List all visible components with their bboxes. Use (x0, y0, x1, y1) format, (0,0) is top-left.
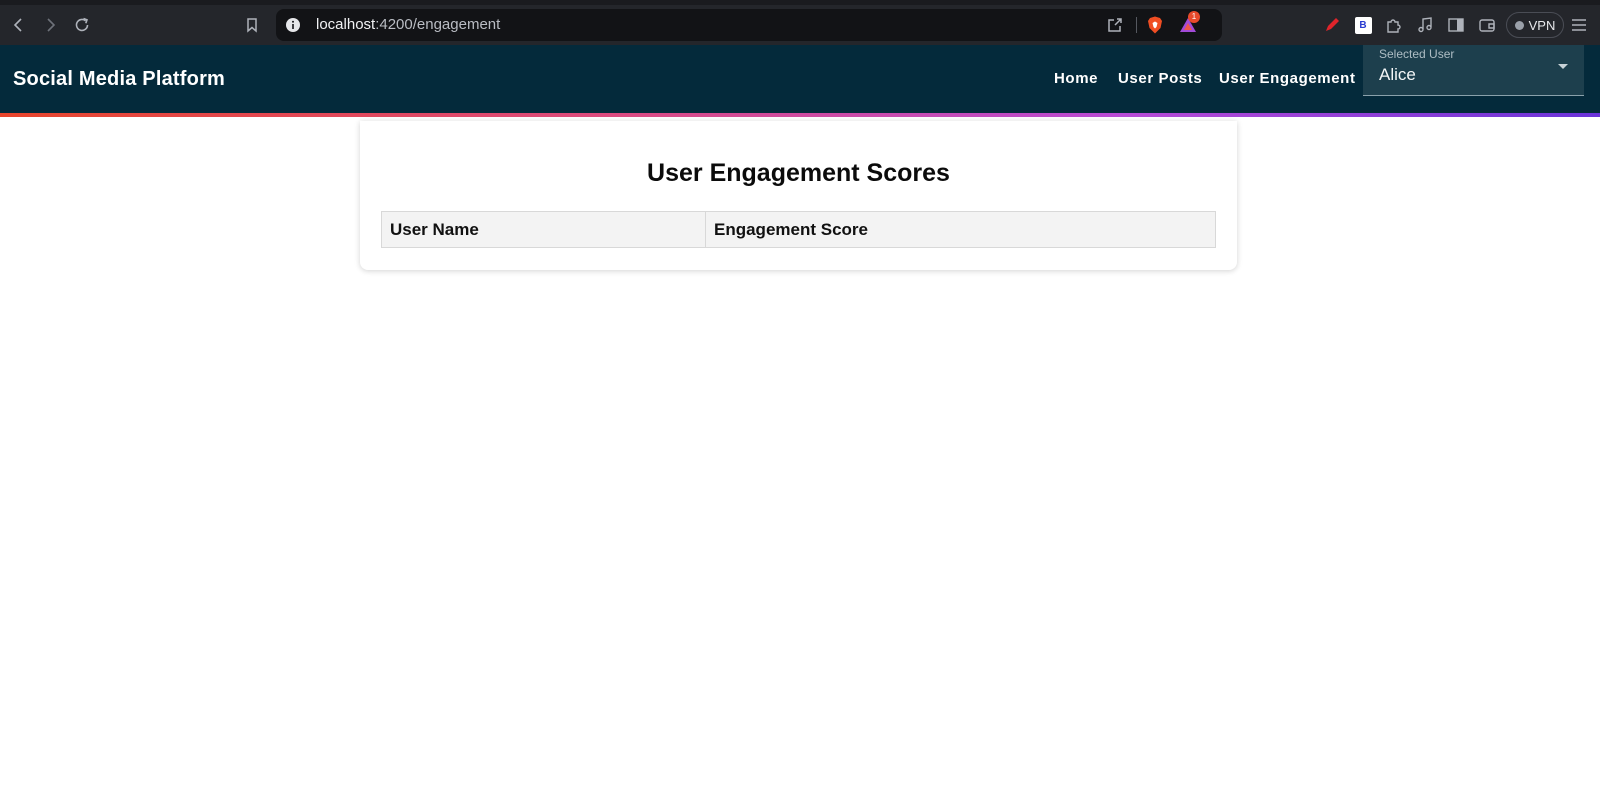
vpn-status-icon (1514, 20, 1524, 30)
column-header-engagement-score: Engagement Score (705, 211, 1216, 248)
extension-b-button[interactable]: B (1351, 13, 1375, 37)
extension-pen-button[interactable] (1320, 13, 1344, 37)
forward-button[interactable] (38, 13, 62, 37)
brave-shields-icon[interactable] (1145, 15, 1165, 35)
chevron-right-icon (47, 18, 56, 32)
back-button[interactable] (7, 13, 31, 37)
url-text[interactable]: localhost:4200/engagement (316, 9, 500, 41)
nav-home[interactable]: Home (1054, 45, 1098, 113)
bookmark-button[interactable] (240, 13, 264, 37)
engagement-table: User Name Engagement Score (381, 211, 1216, 248)
table-header-row: User Name Engagement Score (381, 211, 1216, 248)
app-header: Social Media Platform Home User Posts Us… (0, 45, 1600, 113)
pen-icon (1326, 18, 1339, 31)
notification-badge: 1 (1188, 11, 1200, 23)
extensions-button[interactable] (1382, 13, 1406, 37)
nav-user-engagement[interactable]: User Engagement (1219, 45, 1356, 113)
vpn-button[interactable]: VPN (1506, 12, 1564, 38)
omnibox-divider (1136, 17, 1137, 33)
b-extension-icon: B (1354, 16, 1372, 34)
page-title: User Engagement Scores (647, 159, 950, 187)
media-button[interactable] (1413, 13, 1437, 37)
wallet-button[interactable] (1475, 13, 1499, 37)
bookmark-icon (247, 18, 257, 33)
selected-user-value: Alice (1379, 65, 1416, 84)
sidebar-icon (1448, 18, 1464, 32)
app-title[interactable]: Social Media Platform (13, 45, 225, 113)
reload-button[interactable] (70, 13, 94, 37)
nav-user-posts[interactable]: User Posts (1118, 45, 1202, 113)
header-accent-bar (0, 113, 1600, 117)
browser-toolbar: localhost:4200/engagement 1 B VPN (0, 5, 1600, 45)
music-note-icon (1418, 17, 1432, 33)
chevron-left-icon (13, 18, 22, 32)
url-path: :4200/engagement (375, 16, 501, 33)
sidebar-button[interactable] (1444, 13, 1468, 37)
url-host: localhost (316, 16, 376, 33)
hamburger-menu-icon (1572, 19, 1586, 31)
address-bar[interactable]: localhost:4200/engagement 1 (276, 9, 1222, 41)
vpn-label: VPN (1528, 17, 1556, 33)
selected-user-select[interactable]: Selected User Alice (1363, 45, 1584, 96)
rewards-button[interactable]: 1 (1178, 11, 1200, 35)
wallet-icon (1479, 19, 1495, 32)
reload-icon (75, 17, 89, 32)
puzzle-icon (1387, 19, 1401, 33)
dropdown-arrow-icon (1558, 64, 1568, 69)
browser-menu-button[interactable] (1567, 13, 1591, 37)
share-icon[interactable] (1106, 16, 1124, 34)
site-info-icon[interactable] (285, 17, 301, 33)
column-header-user-name: User Name (381, 211, 706, 248)
selected-user-label: Selected User (1379, 47, 1455, 61)
engagement-card: User Engagement Scores User Name Engagem… (360, 121, 1237, 270)
